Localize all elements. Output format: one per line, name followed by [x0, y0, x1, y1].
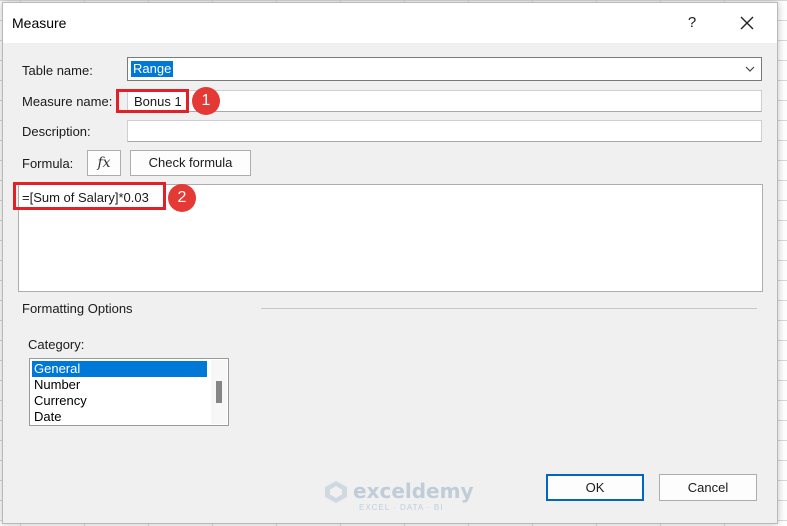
check-formula-button[interactable]: Check formula: [130, 150, 251, 176]
category-item-date[interactable]: Date: [32, 409, 207, 425]
table-name-label: Table name:: [22, 63, 93, 78]
category-item-general[interactable]: General: [32, 361, 207, 377]
category-item-currency[interactable]: Currency: [32, 393, 207, 409]
description-label: Description:: [22, 124, 91, 139]
annotation-badge-2: 2: [168, 184, 196, 212]
measure-name-label: Measure name:: [22, 94, 113, 109]
help-button[interactable]: ?: [675, 7, 709, 39]
annotation-badge-1: 1: [192, 87, 220, 115]
chevron-down-icon: [745, 66, 755, 72]
dialog-title: Measure: [12, 15, 67, 31]
table-name-value: Range: [131, 61, 174, 77]
description-field[interactable]: [127, 120, 762, 142]
category-listbox[interactable]: General Number Currency Date: [29, 358, 229, 426]
annotation-box-measure-name: [116, 89, 189, 113]
measure-dialog: Measure ? Table name: Range Measure name…: [2, 2, 778, 524]
table-name-select[interactable]: Range: [127, 57, 762, 81]
formula-label: Formula:: [22, 156, 74, 171]
insert-function-button[interactable]: fx: [87, 150, 121, 176]
watermark-name: exceldemy: [353, 479, 474, 503]
category-scrollbar[interactable]: [211, 360, 227, 424]
section-divider: [261, 308, 757, 309]
title-bar: Measure ?: [3, 3, 777, 43]
measure-name-field[interactable]: Bonus 1: [127, 90, 762, 112]
close-icon: [740, 16, 754, 30]
ok-button[interactable]: OK: [546, 474, 644, 501]
scrollbar-thumb[interactable]: [216, 381, 222, 403]
category-item-number[interactable]: Number: [32, 377, 207, 393]
category-label: Category:: [28, 337, 85, 352]
close-button[interactable]: [729, 7, 765, 39]
cancel-button[interactable]: Cancel: [659, 474, 757, 501]
annotation-box-formula: [13, 182, 166, 210]
watermark-tagline: EXCEL · DATA · BI: [359, 503, 444, 512]
formatting-options-label: Formatting Options: [22, 301, 133, 316]
exceldemy-logo-icon: [325, 481, 347, 503]
